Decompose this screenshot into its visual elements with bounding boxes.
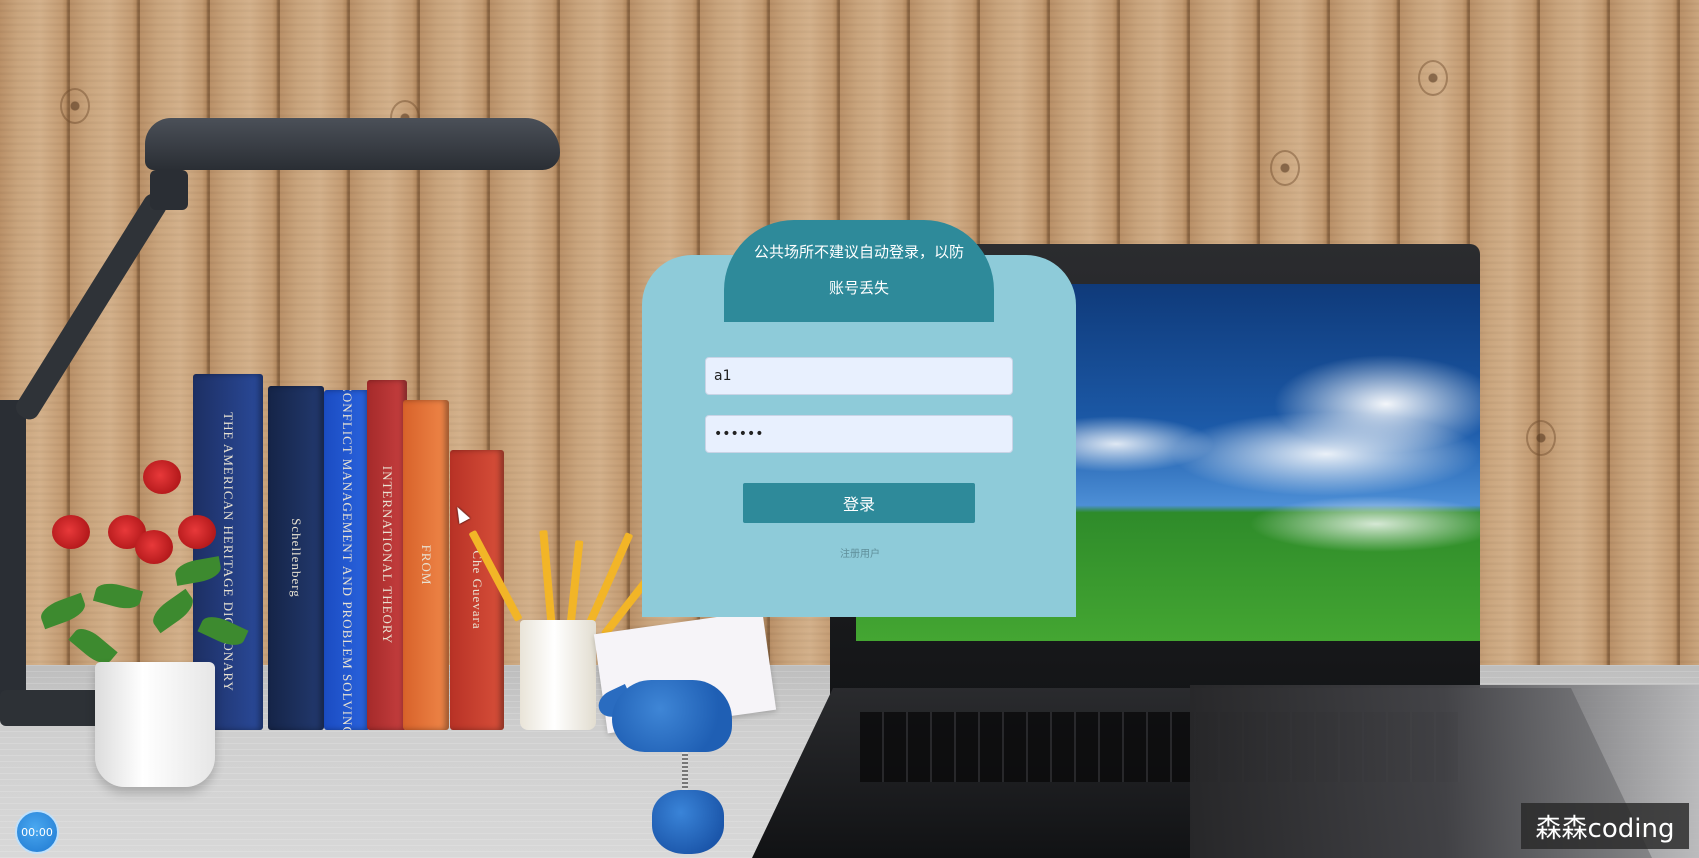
recording-timer[interactable]: 00:00 xyxy=(15,810,59,854)
whale-spring xyxy=(682,752,688,792)
login-page-scene: THE AMERICAN HERITAGE DICTIONARY Schelle… xyxy=(0,0,1699,858)
book-title: FROM xyxy=(419,544,434,586)
book: Schellenberg xyxy=(268,386,324,730)
red-flower xyxy=(143,460,181,494)
whale-base xyxy=(652,790,724,854)
pencil-cup xyxy=(520,620,596,730)
lamp-head xyxy=(145,118,560,170)
wood-knot xyxy=(1526,420,1556,456)
lamp-pole xyxy=(0,400,26,700)
book-title: Che Guevara xyxy=(470,550,485,630)
book: FROM xyxy=(403,400,449,730)
lamp-joint xyxy=(150,170,188,210)
book-title: INTERNATIONAL THEORY xyxy=(380,465,395,645)
red-flower xyxy=(178,515,216,549)
red-flower xyxy=(135,530,173,564)
book: Che Guevara xyxy=(450,450,504,730)
username-input[interactable] xyxy=(705,357,1013,395)
book: INTERNATIONAL THEORY xyxy=(367,380,407,730)
wood-knot xyxy=(1418,60,1448,96)
book: CONFLICT MANAGEMENT AND PROBLEM SOLVING xyxy=(324,390,370,730)
book-title: CONFLICT MANAGEMENT AND PROBLEM SOLVING xyxy=(340,390,355,730)
login-button[interactable]: 登录 xyxy=(743,483,975,523)
auto-login-notice: 公共场所不建议自动登录，以防账号丢失 xyxy=(753,243,964,297)
book-title: THE AMERICAN HERITAGE DICTIONARY xyxy=(221,412,236,692)
whale-figure xyxy=(612,680,732,752)
red-flower xyxy=(52,515,90,549)
flower-pot xyxy=(95,662,215,787)
password-input[interactable] xyxy=(705,415,1013,453)
register-user-link[interactable]: 注册用户 xyxy=(800,545,920,560)
wood-knot xyxy=(60,88,90,124)
book-title: Schellenberg xyxy=(289,518,304,598)
watermark: 森森coding xyxy=(1521,803,1689,849)
wood-knot xyxy=(1270,150,1300,186)
